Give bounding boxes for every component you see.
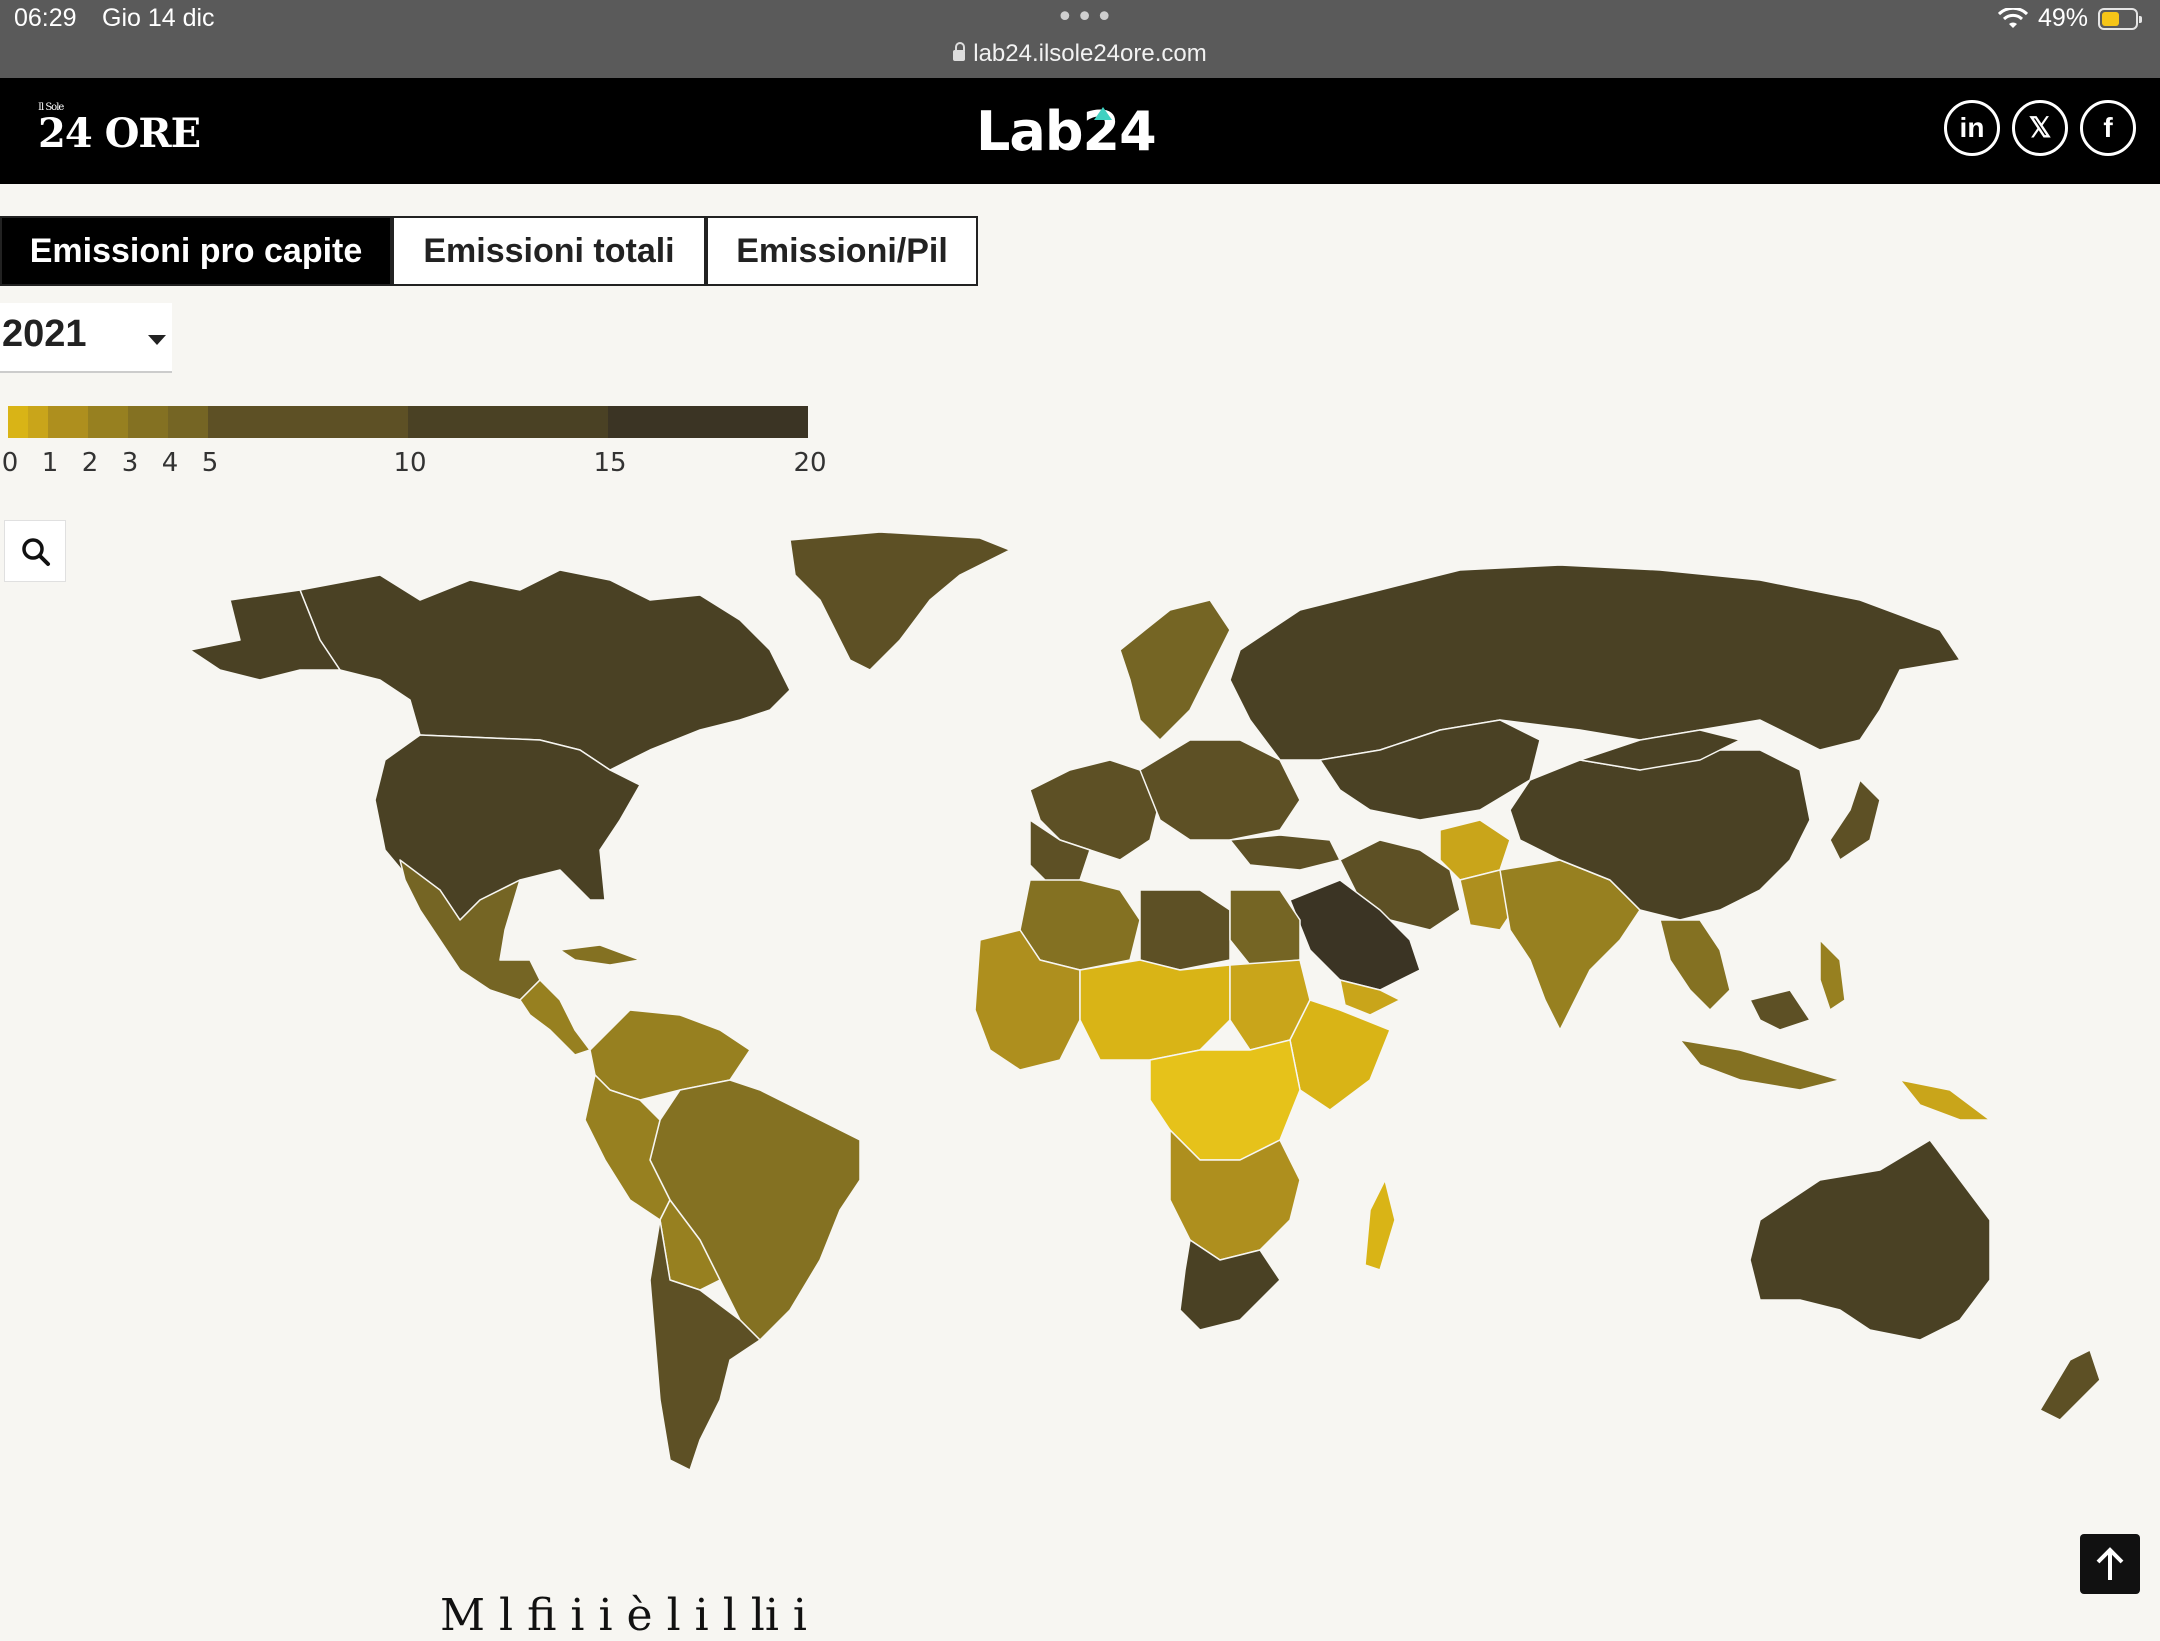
address-bar[interactable]: lab24.ilsole24ore.com [0,40,2160,68]
country-niger-chad[interactable] [1079,959,1231,1061]
chevron-down-icon [148,335,166,345]
lab24-logo[interactable]: Lab24 [976,100,1157,163]
country-cuba[interactable] [559,944,641,966]
battery-percent: 49% [2038,4,2089,32]
search-button[interactable] [4,520,66,582]
more-dots-icon[interactable]: ••• [1056,0,1115,35]
legend-swatch [8,406,28,438]
tab-emissioni-totali[interactable]: Emissioni totali [392,216,706,286]
legend-tick-label: 20 [793,448,827,478]
country-egypt[interactable] [1229,889,1301,966]
year-value: 2021 [2,313,87,355]
linkedin-icon[interactable]: in [1944,100,2000,156]
country-southeast-asia[interactable] [1659,919,1731,1011]
country-madagascar[interactable] [1364,1179,1396,1271]
legend-tick-label: 1 [41,448,59,478]
country-greenland[interactable] [789,531,1011,671]
legend-tick-label: 5 [201,448,219,478]
country-libya[interactable] [1139,889,1231,971]
status-date: Gio 14 dic [102,4,215,32]
color-legend: 0 1 2 3 4 5 10 15 20 [2,406,827,486]
legend-swatch [88,406,128,438]
legend-tick-label: 2 [81,448,99,478]
sole24ore-logo[interactable]: Il Sole 24 ORE [38,102,201,157]
country-new-zealand[interactable] [2039,1349,2101,1421]
legend-swatch [28,406,48,438]
tab-emissioni-pro-capite[interactable]: Emissioni pro capite [0,216,392,286]
country-scandinavia[interactable] [1119,599,1231,741]
battery-icon [2098,8,2142,30]
site-header: Il Sole 24 ORE Lab24 in 𝕏 f [0,78,2160,184]
legend-tick-label: 10 [393,448,427,478]
wifi-icon [1998,8,2028,28]
article-headline-partial: M l fi i i è l i l li i [440,1590,807,1641]
search-icon [22,538,50,566]
legend-tick-label: 0 [1,448,19,478]
country-japan[interactable] [1829,779,1881,861]
legend-tick-label: 15 [593,448,627,478]
url-text: lab24.ilsole24ore.com [973,40,1207,67]
country-malaysia[interactable] [1749,989,1811,1031]
status-time: 06:29 [14,4,77,32]
legend-swatch [608,406,808,438]
country-turkey[interactable] [1229,834,1341,871]
country-australia[interactable] [1749,1139,1991,1341]
legend-swatch [208,406,408,438]
facebook-icon[interactable]: f [2080,100,2136,156]
legend-tick-label: 4 [161,448,179,478]
lock-icon [953,42,966,61]
country-indonesia[interactable] [1679,1039,1841,1091]
logo-accent-icon [1094,107,1112,120]
x-twitter-icon[interactable]: 𝕏 [2012,100,2068,156]
country-russia[interactable] [1229,564,1961,761]
legend-swatch [48,406,88,438]
arrow-up-icon [2096,1547,2124,1580]
country-central-america[interactable] [519,979,591,1056]
country-canada[interactable] [299,569,791,771]
legend-swatch [408,406,608,438]
year-dropdown[interactable]: 2021 [0,303,172,373]
status-bar: 06:29 Gio 14 dic ••• lab24.ilsole24ore.c… [0,0,2160,78]
country-philippines[interactable] [1819,939,1846,1011]
legend-tick-label: 3 [121,448,139,478]
back-to-top-button[interactable] [2080,1534,2140,1594]
legend-swatch [168,406,208,438]
country-papua-new-guinea[interactable] [1899,1079,1991,1121]
country-ethiopia-somalia[interactable] [1289,999,1391,1111]
world-map[interactable] [0,520,2160,1480]
legend-swatch [128,406,168,438]
tab-emissioni-pil[interactable]: Emissioni/Pil [706,216,978,286]
